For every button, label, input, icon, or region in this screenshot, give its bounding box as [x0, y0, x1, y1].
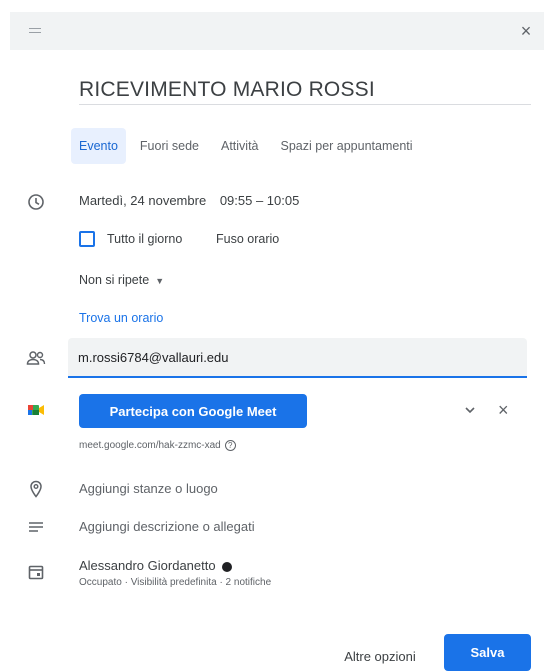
tab-evento[interactable]: Evento — [71, 128, 126, 164]
location-field[interactable]: Aggiungi stanze o luogo — [79, 481, 218, 496]
datetime-row: Martedì, 24 novembre 09:55 – 10:05 — [79, 193, 299, 208]
description-field[interactable]: Aggiungi descrizione o allegati — [79, 519, 255, 534]
tab-spazi-appuntamenti[interactable]: Spazi per appuntamenti — [273, 128, 421, 164]
location-pin-icon — [26, 479, 46, 499]
guests-field[interactable] — [68, 338, 527, 378]
all-day-checkbox[interactable] — [79, 231, 95, 247]
join-google-meet-button[interactable]: Partecipa con Google Meet — [79, 394, 307, 428]
remove-meet-button[interactable]: × — [498, 400, 509, 420]
meet-link-row: meet.google.com/hak-zzmc-xad? — [79, 440, 236, 451]
title-underline — [79, 104, 531, 105]
repeat-dropdown[interactable]: Non si ripete ▼ — [79, 273, 164, 287]
event-title-input[interactable]: RICEVIMENTO MARIO ROSSI — [79, 78, 529, 102]
calendar-color-dot[interactable] — [221, 561, 232, 572]
calendar-details: Occupato · Visibilità predefinita · 2 no… — [79, 577, 272, 588]
guests-input[interactable] — [78, 350, 478, 365]
drag-handle-icon[interactable] — [29, 28, 41, 34]
save-button[interactable]: Salva — [444, 634, 531, 671]
close-dialog-button[interactable]: × — [514, 19, 538, 43]
tab-fuori-sede[interactable]: Fuori sede — [132, 128, 207, 164]
more-options-button[interactable]: Altre opzioni — [320, 638, 440, 671]
time-range-selector[interactable]: 09:55 – 10:05 — [220, 193, 300, 208]
help-icon[interactable]: ? — [224, 440, 236, 451]
all-day-label: Tutto il giorno — [107, 232, 183, 246]
meet-link[interactable]: meet.google.com/hak-zzmc-xad — [79, 440, 221, 451]
chevron-down-icon[interactable] — [462, 402, 478, 418]
dialog-header: × — [10, 12, 544, 50]
calendar-owner-name: Alessandro Giordanetto — [79, 558, 216, 573]
timezone-button[interactable]: Fuso orario — [216, 232, 279, 246]
event-type-tabs: Evento Fuori sede Attività Spazi per app… — [71, 127, 427, 165]
calendar-owner[interactable]: Alessandro Giordanetto — [79, 558, 232, 573]
clock-icon — [26, 192, 46, 212]
google-meet-icon — [26, 400, 46, 420]
description-icon — [26, 517, 46, 537]
people-icon — [26, 348, 46, 368]
calendar-icon — [26, 562, 46, 582]
caret-down-icon: ▼ — [155, 276, 165, 286]
repeat-label: Non si ripete — [79, 273, 150, 287]
find-time-link[interactable]: Trova un orario — [79, 311, 163, 325]
tab-attivita[interactable]: Attività — [213, 128, 267, 164]
date-selector[interactable]: Martedì, 24 novembre — [79, 193, 206, 208]
